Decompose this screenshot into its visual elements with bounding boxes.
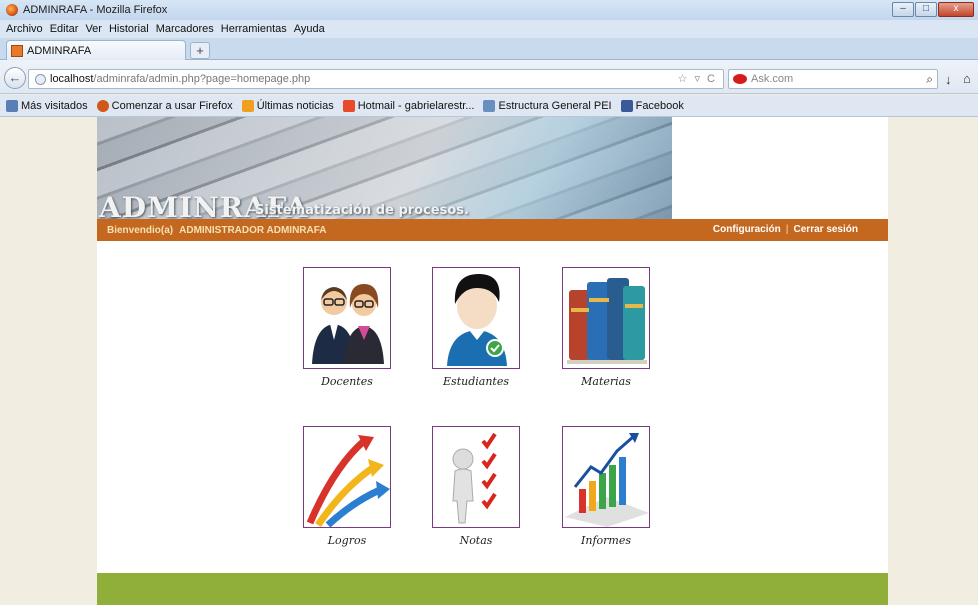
url-tools[interactable]: ☆ ▿ C (678, 72, 717, 85)
download-icon[interactable]: ↓ (945, 72, 952, 87)
config-link[interactable]: Configuración (713, 224, 781, 235)
bookmark-most-visited[interactable]: Más visitados (6, 99, 88, 112)
module-estudiantes[interactable]: Estudiantes (432, 267, 520, 388)
url-bar[interactable]: localhost /adminrafa/admin.php?page=home… (28, 69, 724, 89)
module-icon-box[interactable] (562, 426, 650, 528)
search-icon[interactable]: ⌕ (926, 72, 933, 87)
menu-ver[interactable]: Ver (85, 23, 102, 35)
module-materias[interactable]: Materias (562, 267, 650, 388)
firefox-icon (6, 4, 18, 16)
site-banner: ADMINRAFA Sistematización de procesos. (97, 117, 888, 224)
facebook-icon (620, 99, 633, 112)
bookmark-hotmail[interactable]: Hotmail - gabrielarestr... (342, 99, 475, 112)
module-icon-box[interactable] (432, 267, 520, 369)
module-label[interactable]: Logros (303, 534, 391, 547)
module-docentes[interactable]: Docentes (303, 267, 391, 388)
menu-archivo[interactable]: Archivo (6, 23, 43, 35)
firefox-icon (96, 99, 109, 112)
module-icon-box[interactable] (303, 426, 391, 528)
search-placeholder: Ask.com (751, 73, 794, 85)
link-separator: | (785, 224, 789, 235)
teachers-icon (312, 284, 384, 364)
rss-icon (241, 99, 254, 112)
bookmark-news[interactable]: Últimas noticias (241, 99, 334, 112)
search-input[interactable]: Ask.com ⌕ (728, 69, 938, 89)
module-notas[interactable]: Notas (432, 426, 520, 547)
user-links: Configuración | Cerrar sesión (713, 224, 858, 235)
menu-historial[interactable]: Historial (109, 23, 149, 35)
site-favicon-icon (11, 44, 23, 57)
url-path: /adminrafa/admin.php?page=homepage.php (93, 73, 311, 85)
books-icon (567, 278, 647, 364)
module-label[interactable]: Docentes (303, 375, 391, 388)
menu-marcadores[interactable]: Marcadores (156, 23, 214, 35)
maximize-button[interactable]: □ (915, 2, 937, 17)
hotmail-icon (342, 99, 355, 112)
bookmark-facebook[interactable]: Facebook (620, 99, 684, 112)
bookmark-label: Estructura General PEI (498, 99, 612, 112)
bookmark-label: Facebook (635, 99, 684, 112)
site-identity-icon[interactable] (35, 73, 46, 85)
window-titlebar: ADMINRAFA - Mozilla Firefox – □ x (0, 0, 978, 20)
module-icon-box[interactable] (562, 267, 650, 369)
window-controls: – □ x (892, 2, 974, 17)
bookmark-label: Últimas noticias (256, 99, 334, 112)
welcome-text: Bienvendio(a) (107, 224, 174, 236)
url-host: localhost (50, 73, 94, 85)
bookmark-label: Hotmail - gabrielarestr... (357, 99, 475, 112)
image-icon (483, 99, 496, 112)
module-icon-box[interactable] (432, 426, 520, 528)
checklist-icon (452, 432, 497, 524)
logout-link[interactable]: Cerrar sesión (794, 224, 858, 235)
menu-ayuda[interactable]: Ayuda (294, 23, 325, 35)
growth-arrows-icon (306, 435, 390, 527)
close-button[interactable]: x (938, 2, 974, 17)
minimize-button[interactable]: – (892, 2, 914, 17)
module-label[interactable]: Estudiantes (432, 375, 520, 388)
report-chart-icon (565, 433, 649, 527)
username: ADMINISTRADOR ADMINRAFA (179, 224, 327, 236)
module-label[interactable]: Informes (562, 534, 650, 547)
menu-herramientas[interactable]: Herramientas (221, 23, 287, 35)
ask-logo-icon[interactable] (733, 74, 747, 84)
bookmark-pei[interactable]: Estructura General PEI (483, 99, 612, 112)
tab-adminrafa[interactable]: ADMINRAFA (6, 40, 186, 60)
tab-bar: ADMINRAFA + (0, 38, 978, 60)
site-subtitle: Sistematización de procesos. (255, 203, 469, 218)
module-informes[interactable]: Informes (562, 426, 650, 547)
module-logros[interactable]: Logros (303, 426, 391, 547)
site-footer (97, 573, 888, 605)
bookmark-label: Más visitados (21, 99, 88, 112)
student-icon (447, 274, 507, 366)
navigation-bar: ← localhost /adminrafa/admin.php?page=ho… (0, 60, 978, 94)
web-page: ADMINRAFA Sistematización de procesos. B… (97, 117, 888, 605)
module-label[interactable]: Notas (432, 534, 520, 547)
most-visited-icon (6, 99, 18, 112)
new-tab-button[interactable]: + (190, 42, 210, 59)
home-icon[interactable]: ⌂ (963, 71, 971, 86)
bookmark-firefox[interactable]: Comenzar a usar Firefox (96, 99, 233, 112)
window-title: ADMINRAFA - Mozilla Firefox (23, 4, 168, 16)
module-label[interactable]: Materias (562, 375, 650, 388)
tab-label: ADMINRAFA (27, 44, 92, 57)
back-button[interactable]: ← (4, 67, 26, 89)
menu-bar: Archivo Editar Ver Historial Marcadores … (0, 20, 978, 38)
bookmark-label: Comenzar a usar Firefox (111, 99, 233, 112)
bookmarks-bar: Más visitados Comenzar a usar Firefox Úl… (0, 95, 978, 117)
user-bar: Bienvendio(a) ADMINISTRADOR ADMINRAFA Co… (97, 219, 888, 241)
menu-editar[interactable]: Editar (50, 23, 79, 35)
module-icon-box[interactable] (303, 267, 391, 369)
